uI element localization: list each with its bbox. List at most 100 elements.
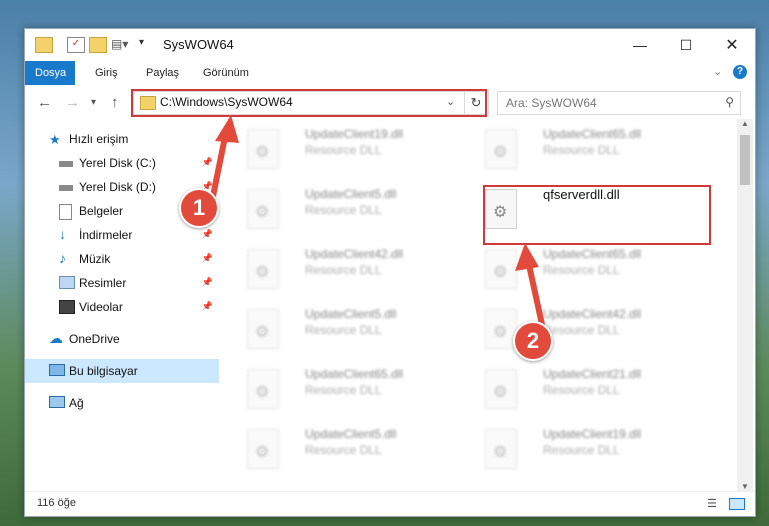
file-item[interactable]: ⚙ UpdateClient42.dll Resource DLL — [247, 247, 467, 303]
annotation-badge-1: 1 — [179, 188, 219, 228]
ribbon-expand-icon[interactable]: ⌄ — [713, 65, 722, 78]
pictures-icon — [59, 276, 75, 289]
network-icon — [49, 396, 65, 408]
gear-icon: ⚙ — [255, 324, 270, 341]
gear-icon: ⚙ — [493, 144, 508, 161]
gear-icon: ⚙ — [493, 324, 508, 341]
file-item[interactable]: ⚙ UpdateClient21.dll Resource DLL — [485, 367, 705, 423]
dll-file-icon: ⚙ — [485, 429, 517, 469]
file-item[interactable]: ⚙ UpdateClient65.dll Resource DLL — [485, 127, 705, 183]
file-list: ⚙ UpdateClient19.dll Resource DLL ⚙ Upda… — [235, 119, 735, 491]
file-item[interactable]: ⚙ UpdateClient5.dll Resource DLL — [247, 427, 467, 483]
sidebar-item-downloads[interactable]: ↓ İndirmeler 📌 — [25, 223, 219, 247]
tab-share[interactable]: Paylaş — [136, 61, 189, 85]
folder-icon — [35, 37, 53, 53]
download-icon: ↓ — [59, 226, 66, 242]
sidebar-item-this-pc[interactable]: Bu bilgisayar — [25, 359, 219, 383]
navigation-pane: ★ Hızlı erişim Yerel Disk (C:) 📌 Yerel D… — [25, 119, 219, 491]
gear-icon: ⚙ — [255, 264, 270, 281]
music-icon: ♪ — [59, 250, 66, 266]
item-count: 116 öğe — [37, 497, 76, 509]
file-item[interactable]: ⚙ UpdateClient19.dll Resource DLL — [485, 427, 705, 483]
sidebar-item-onedrive[interactable]: ☁ OneDrive — [25, 327, 219, 351]
maximize-button[interactable]: ☐ — [663, 29, 709, 61]
file-item[interactable]: ⚙ UpdateClient65.dll Resource DLL — [485, 247, 705, 303]
scroll-up-icon[interactable]: ▲ — [741, 119, 749, 128]
refresh-icon[interactable]: ↻ — [464, 92, 487, 114]
title-bar: ✓ ▤▾ ▾ SysWOW64 — ☐ ✕ — [25, 29, 755, 61]
close-button[interactable]: ✕ — [709, 29, 755, 61]
help-icon[interactable]: ? — [733, 65, 747, 79]
drive-icon — [59, 161, 73, 167]
forward-icon[interactable]: → — [65, 94, 80, 111]
dll-file-icon: ⚙ — [247, 129, 279, 169]
pin-icon[interactable]: 📌 — [202, 157, 213, 168]
quick-access-toolbar-dropdown-icon[interactable]: ▾ — [139, 37, 155, 51]
file-item[interactable]: ⚙ UpdateClient5.dll Resource DLL — [247, 187, 467, 243]
window-title: SysWOW64 — [163, 37, 234, 52]
dll-file-icon: ⚙ — [247, 189, 279, 229]
dll-file-icon: ⚙ — [485, 189, 517, 229]
file-item[interactable]: ⚙ UpdateClient19.dll Resource DLL — [247, 127, 467, 183]
dll-file-icon: ⚙ — [485, 249, 517, 289]
file-item[interactable]: ⚙ UpdateClient65.dll Resource DLL — [247, 367, 467, 423]
customize-toolbar-icon[interactable]: ▤▾ — [111, 37, 128, 51]
address-dropdown-icon[interactable]: ⌄ — [446, 95, 455, 108]
sidebar-item-local-disk-c[interactable]: Yerel Disk (C:) 📌 — [25, 151, 219, 175]
dll-file-icon: ⚙ — [485, 369, 517, 409]
gear-icon: ⚙ — [255, 144, 270, 161]
videos-icon — [59, 300, 75, 314]
sidebar-item-quick-access[interactable]: ★ Hızlı erişim — [25, 127, 219, 151]
file-item[interactable]: ⚙ UpdateClient5.dll Resource DLL — [247, 307, 467, 363]
pin-icon[interactable]: 📌 — [202, 277, 213, 288]
annotation-badge-2: 2 — [513, 321, 553, 361]
gear-icon: ⚙ — [493, 384, 508, 401]
ribbon-tabs: Dosya Giriş Paylaş Görünüm ⌄ ? — [25, 61, 755, 86]
vertical-scrollbar[interactable]: ▲ ▼ — [737, 119, 753, 491]
gear-icon: ⚙ — [255, 384, 270, 401]
dll-file-icon: ⚙ — [247, 429, 279, 469]
scrollbar-thumb[interactable] — [740, 135, 750, 185]
up-icon[interactable]: ↑ — [111, 94, 119, 111]
star-icon: ★ — [49, 132, 61, 147]
drive-icon — [59, 185, 73, 191]
file-item-qfserverdll[interactable]: ⚙ qfserverdll.dll — [485, 187, 705, 243]
new-folder-icon[interactable] — [89, 37, 107, 53]
address-bar[interactable]: C:\Windows\SysWOW64 ⌄ ↻ — [133, 91, 489, 115]
gear-icon: ⚙ — [255, 204, 270, 221]
large-icons-view-icon[interactable] — [729, 498, 745, 510]
computer-icon — [49, 364, 65, 376]
explorer-window: ✓ ▤▾ ▾ SysWOW64 — ☐ ✕ Dosya Giriş Paylaş… — [24, 28, 756, 517]
dll-file-icon: ⚙ — [247, 369, 279, 409]
recent-locations-icon[interactable]: ▾ — [91, 97, 96, 108]
address-path[interactable]: C:\Windows\SysWOW64 — [160, 95, 293, 109]
dll-file-icon: ⚙ — [247, 249, 279, 289]
dll-file-icon: ⚙ — [485, 129, 517, 169]
back-icon[interactable]: ← — [37, 94, 52, 111]
pin-icon[interactable]: 📌 — [202, 301, 213, 312]
gear-icon: ⚙ — [493, 204, 508, 221]
sidebar-item-videos[interactable]: Videolar 📌 — [25, 295, 219, 319]
tab-view[interactable]: Görünüm — [193, 61, 259, 85]
sidebar-item-network[interactable]: Ağ — [25, 391, 219, 415]
gear-icon: ⚙ — [255, 444, 270, 461]
documents-icon — [59, 204, 72, 220]
scroll-down-icon[interactable]: ▼ — [741, 482, 749, 491]
details-view-icon[interactable]: ☰ — [707, 497, 717, 510]
pin-icon[interactable]: 📌 — [202, 229, 213, 240]
folder-icon — [140, 96, 156, 110]
sidebar-item-pictures[interactable]: Resimler 📌 — [25, 271, 219, 295]
gear-icon: ⚙ — [493, 264, 508, 281]
dll-file-icon: ⚙ — [247, 309, 279, 349]
minimize-button[interactable]: — — [617, 29, 663, 61]
tab-home[interactable]: Giriş — [85, 61, 128, 85]
search-input[interactable]: Ara: SysWOW64 — [506, 96, 597, 110]
pin-icon[interactable]: 📌 — [202, 253, 213, 264]
tab-file[interactable]: Dosya — [25, 61, 75, 85]
sidebar-item-music[interactable]: ♪ Müzik 📌 — [25, 247, 219, 271]
search-icon[interactable]: ⚲ — [725, 95, 734, 109]
gear-icon: ⚙ — [493, 444, 508, 461]
cloud-icon: ☁ — [49, 330, 63, 346]
properties-icon[interactable]: ✓ — [67, 37, 85, 53]
search-box[interactable]: Ara: SysWOW64 ⚲ — [497, 91, 741, 115]
